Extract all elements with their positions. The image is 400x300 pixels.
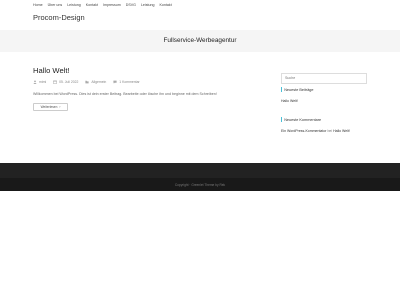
recent-comments-title: Neueste Kommentare — [281, 117, 321, 122]
recent-comment-item: Ein WordPress-Kommentator bei Hallo Welt… — [281, 129, 350, 133]
nav-item-dsvg[interactable]: DSVG — [126, 3, 136, 7]
meta-date-text: 05. Juli 2022 — [59, 80, 79, 84]
nav-item-kontakt[interactable]: Kontakt — [86, 3, 98, 7]
footer-copyright: Copyright · Greenlet Theme by Rek — [174, 183, 226, 187]
nav-item-home[interactable]: Home — [33, 3, 43, 7]
calendar-icon — [53, 80, 57, 84]
recent-comments-title-text: Neueste Kommentare — [284, 117, 322, 122]
nav-item-leistung-2[interactable]: Leistung — [141, 3, 155, 7]
widget-accent-bar — [281, 117, 283, 122]
post-excerpt: Willkommen bei WordPress. Dies ist dein … — [33, 92, 217, 96]
folder-icon — [85, 80, 89, 84]
meta-date[interactable]: 05. Juli 2022 — [53, 80, 78, 84]
site-logo-text[interactable]: Procom-Design — [33, 13, 85, 22]
nav-item-leistung[interactable]: Leistung — [67, 3, 81, 7]
post-meta: mimi 05. Juli 2022 Allgemein 1 Kommentar — [33, 80, 140, 84]
comment-post-link[interactable]: Hallo Welt! — [333, 129, 350, 133]
meta-category-text: Allgemein — [91, 80, 107, 84]
read-more-button[interactable]: Weiterlesen › — [33, 103, 68, 111]
meta-author[interactable]: mimi — [33, 80, 46, 84]
meta-category[interactable]: Allgemein — [85, 80, 106, 84]
user-icon — [33, 80, 37, 84]
sidebar: Neueste Beiträge Hallo Welt! Neueste Kom… — [281, 66, 367, 133]
recent-posts-title: Neueste Beiträge — [281, 87, 314, 92]
comment-author-link[interactable]: Ein WordPress-Kommentator — [281, 129, 326, 133]
top-header: Home Über uns Leistung Kontakt Impressum… — [0, 0, 400, 30]
recent-posts-title-text: Neueste Beiträge — [284, 87, 314, 92]
meta-author-text: mimi — [39, 80, 47, 84]
recent-post-link[interactable]: Hallo Welt! — [281, 99, 298, 103]
comment-conj: bei — [327, 129, 333, 133]
search-input[interactable] — [281, 72, 367, 84]
hero-title: Fullservice-Werbeagentur — [163, 37, 237, 44]
post-title[interactable]: Hallo Welt! — [33, 66, 70, 75]
nav-item-impressum[interactable]: Impressum — [103, 3, 121, 7]
nav-item-kontakt-2[interactable]: Kontakt — [160, 3, 172, 7]
widget-accent-bar — [281, 87, 283, 92]
nav-item-ueber-uns[interactable]: Über uns — [48, 3, 63, 7]
meta-comments[interactable]: 1 Kommentar — [113, 80, 140, 84]
comment-icon — [113, 80, 117, 84]
meta-comments-text: 1 Kommentar — [119, 80, 140, 84]
hero-banner: Fullservice-Werbeagentur — [0, 30, 400, 52]
read-more-label: Weiterlesen — [40, 105, 58, 109]
arrow-right-icon: › — [59, 105, 61, 109]
main-nav: Home Über uns Leistung Kontakt Impressum… — [33, 3, 172, 7]
